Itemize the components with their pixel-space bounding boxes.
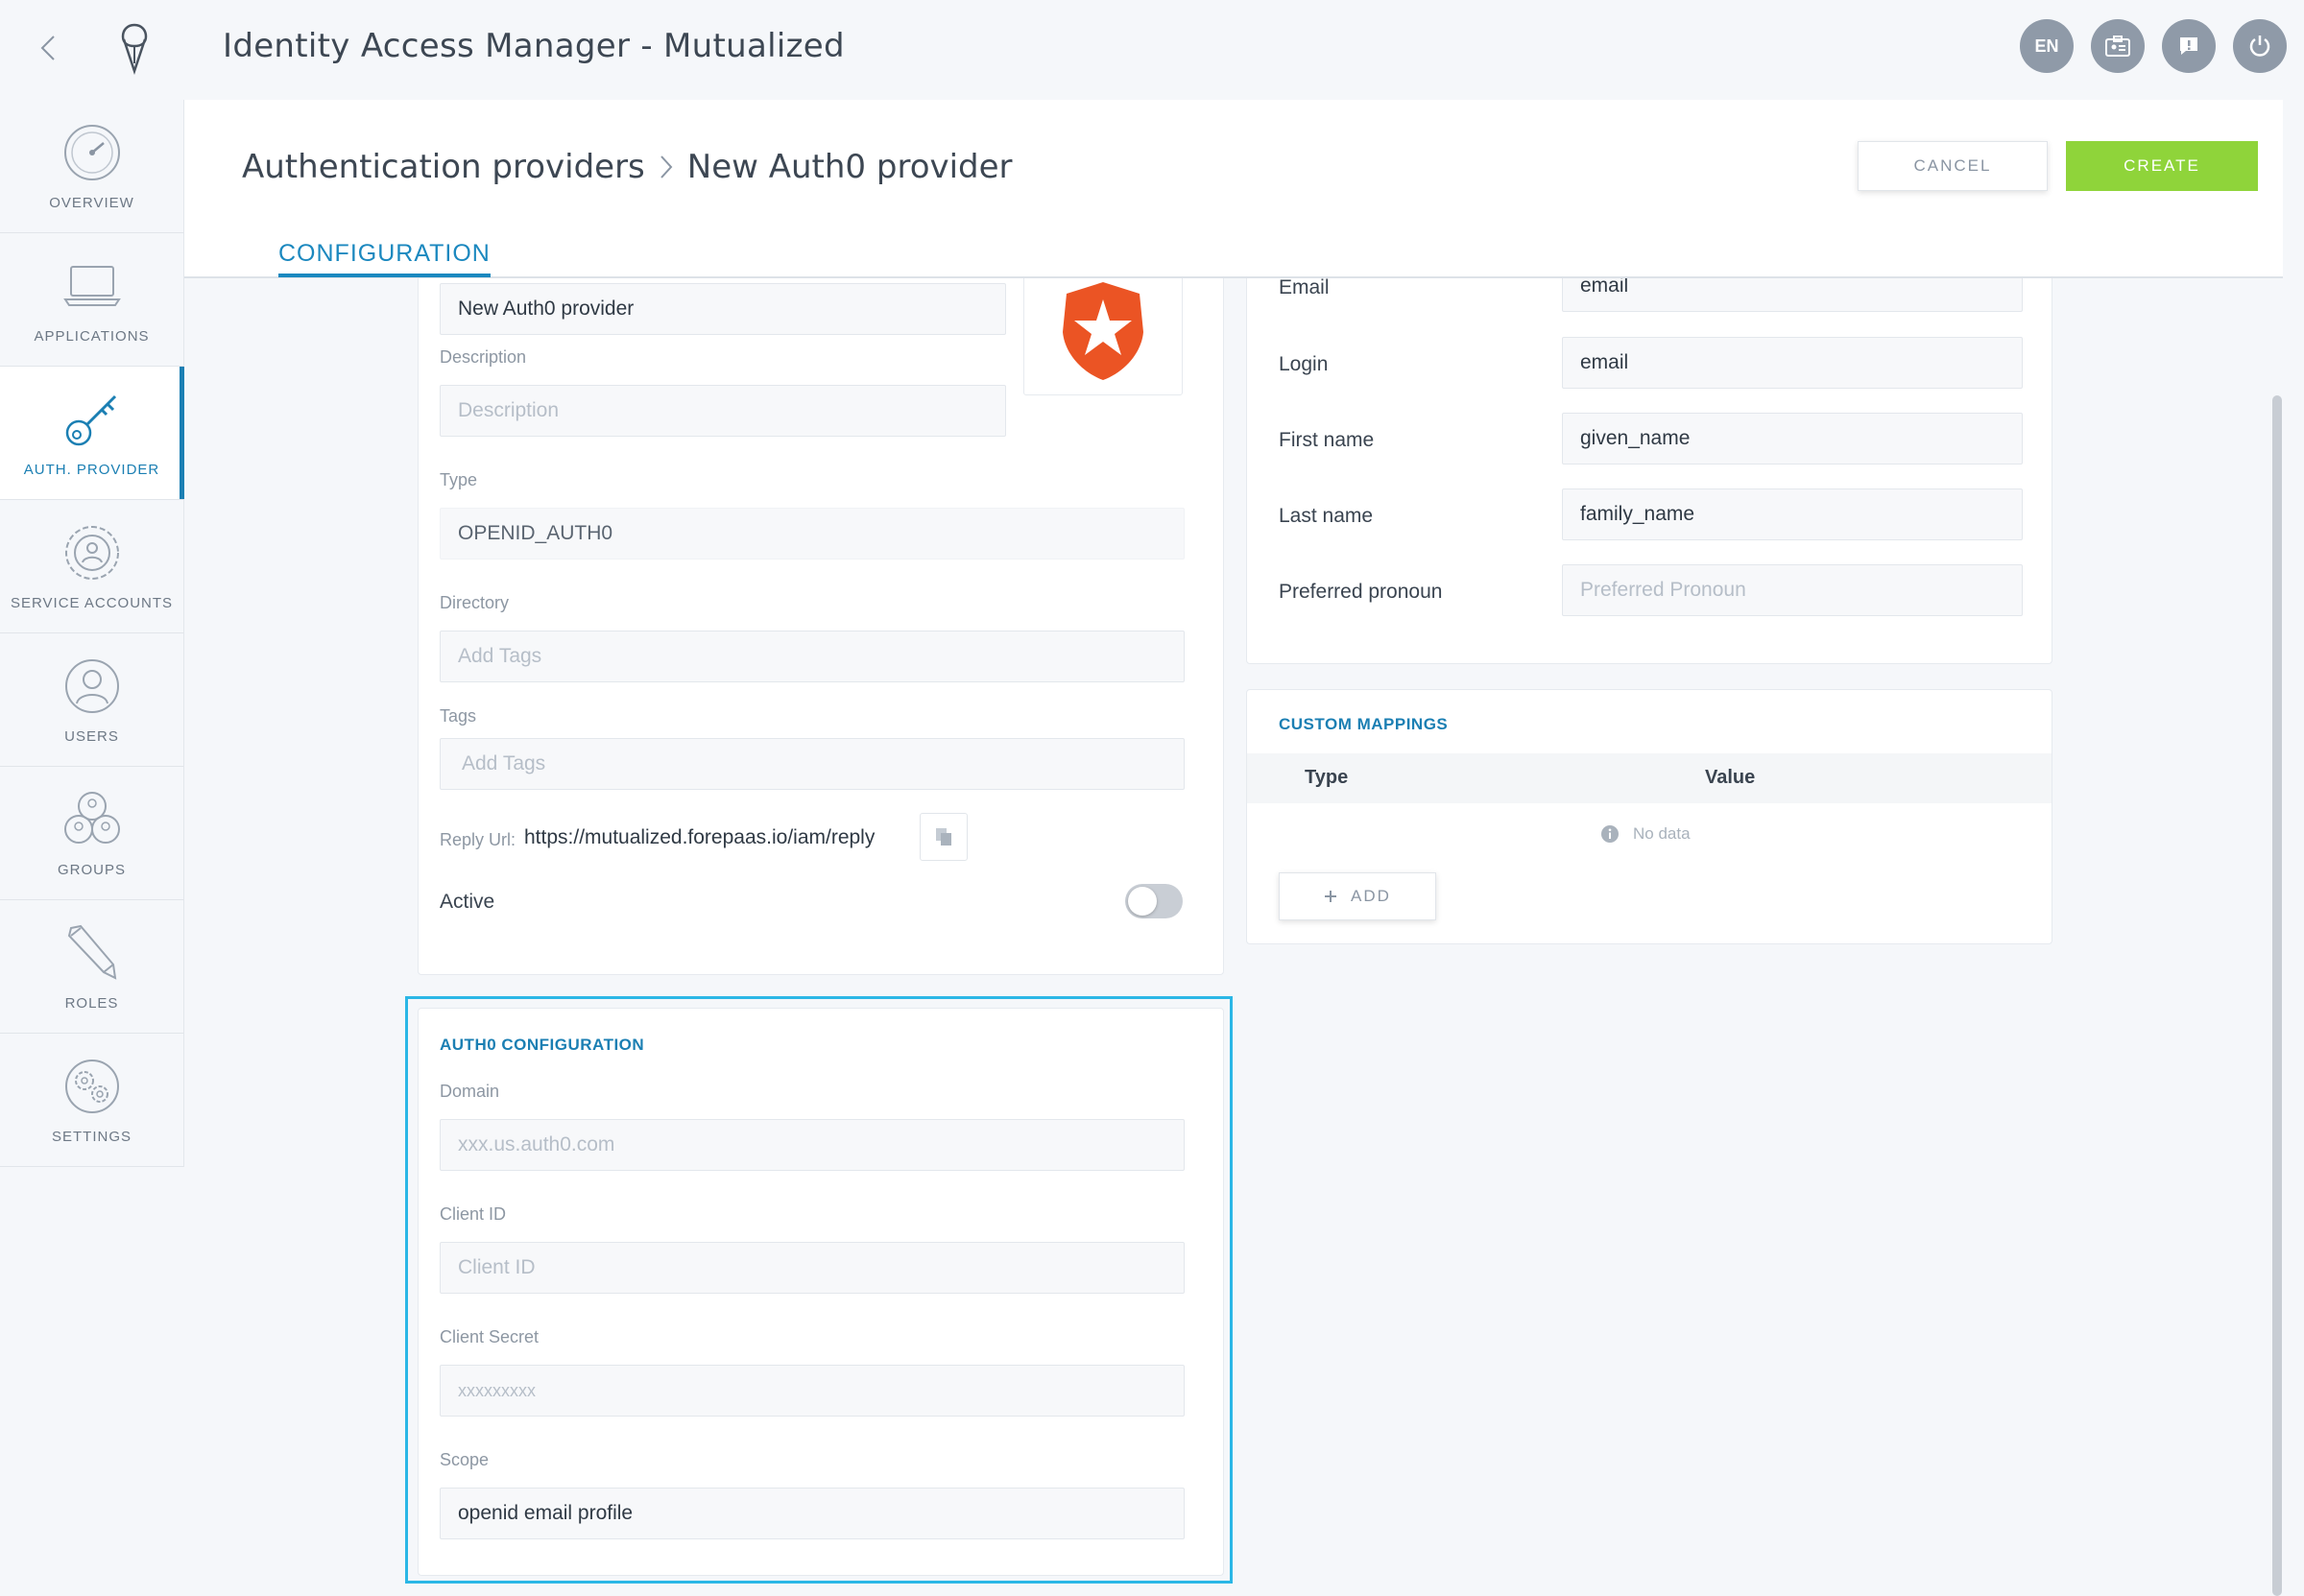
sidebar-item-label: ROLES — [64, 994, 119, 1012]
active-toggle[interactable] — [1125, 884, 1183, 918]
auth0-config-title: AUTH0 CONFIGURATION — [440, 1036, 645, 1054]
domain-input[interactable]: xxx.us.auth0.com — [440, 1119, 1185, 1171]
feedback-button[interactable] — [2162, 19, 2216, 73]
power-icon — [2249, 36, 2270, 57]
sidebar-item-label: APPLICATIONS — [34, 327, 150, 345]
client-id-input[interactable]: Client ID — [440, 1242, 1185, 1294]
sidebar-item-service-accounts[interactable]: SERVICE ACCOUNTS — [0, 500, 183, 633]
logout-button[interactable] — [2233, 19, 2287, 73]
type-value: OPENID_AUTH0 — [440, 508, 1185, 560]
create-button[interactable]: CREATE — [2066, 141, 2258, 191]
mapping-input-first-name[interactable]: given_name — [1562, 413, 2023, 465]
mapping-label-login: Login — [1279, 353, 1329, 375]
user-icon — [64, 658, 119, 713]
custom-mappings-title: CUSTOM MAPPINGS — [1279, 715, 1449, 733]
page-scrollbar[interactable] — [2272, 395, 2282, 1596]
breadcrumb-current: New Auth0 provider — [686, 148, 1013, 186]
auth0-config-card: AUTH0 CONFIGURATION Domain xxx.us.auth0.… — [418, 1008, 1224, 1576]
back-button[interactable] — [29, 29, 67, 67]
sidebar-item-applications[interactable]: APPLICATIONS — [0, 233, 183, 367]
sidebar-item-label: AUTH. PROVIDER — [23, 461, 160, 478]
laptop-icon — [62, 265, 121, 306]
mapping-input-preferred-pronoun[interactable]: Preferred Pronoun — [1562, 564, 2023, 616]
client-secret-input[interactable]: xxxxxxxxx — [440, 1365, 1185, 1417]
chevron-left-icon — [40, 36, 55, 60]
gears-icon — [64, 1059, 119, 1113]
sidebar: OVERVIEW APPLICATIONS AUTH. PROVIDER SER… — [0, 100, 184, 1167]
directory-tags-input[interactable]: Add Tags — [440, 631, 1185, 682]
copy-icon — [936, 828, 951, 846]
add-mapping-button[interactable]: ADD — [1279, 872, 1436, 920]
top-bar: Identity Access Manager - Mutualized EN — [0, 0, 2304, 100]
sidebar-item-label: GROUPS — [57, 861, 126, 878]
tags-label: Tags — [440, 706, 477, 726]
key-icon — [65, 394, 116, 445]
gauge-icon — [63, 124, 120, 180]
attribute-mapping-card: Email email Login email First name given… — [1246, 278, 2052, 664]
empty-state: No data — [1600, 824, 1691, 844]
sidebar-item-auth-provider[interactable]: AUTH. PROVIDER — [0, 367, 184, 500]
plus-icon — [1325, 891, 1337, 902]
empty-state-text: No data — [1633, 824, 1691, 843]
main-header: Authentication providers New Auth0 provi… — [184, 100, 2283, 278]
column-header-value: Value — [1705, 767, 1756, 788]
client-id-label: Client ID — [440, 1204, 507, 1224]
copy-url-button[interactable] — [920, 813, 968, 861]
sidebar-item-label: SERVICE ACCOUNTS — [10, 594, 174, 611]
id-card-icon — [2105, 36, 2130, 57]
mapping-input-login[interactable]: email — [1562, 337, 2023, 389]
language-button[interactable]: EN — [2020, 19, 2074, 73]
content-area: New Auth0 provider Description Descripti… — [184, 278, 2283, 1596]
breadcrumb-parent[interactable]: Authentication providers — [242, 148, 645, 186]
description-input[interactable]: Description — [440, 385, 1006, 437]
profile-card-button[interactable] — [2091, 19, 2145, 73]
column-header-type: Type — [1305, 767, 1349, 788]
active-toggle-knob — [1128, 887, 1157, 916]
sidebar-item-users[interactable]: USERS — [0, 633, 183, 767]
reply-url-label: Reply Url: — [440, 830, 516, 849]
tab-configuration[interactable]: CONFIGURATION — [278, 240, 491, 277]
sidebar-item-label: USERS — [64, 727, 119, 745]
app-logo-icon — [121, 23, 148, 75]
group-icon — [63, 791, 120, 844]
sidebar-item-label: SETTINGS — [51, 1128, 132, 1145]
mapping-label-email: Email — [1279, 278, 1330, 298]
type-label: Type — [440, 470, 478, 489]
info-icon — [1601, 825, 1619, 843]
custom-mappings-card: CUSTOM MAPPINGS Type Value No data ADD — [1246, 689, 2052, 944]
scope-input[interactable]: openid email profile — [440, 1488, 1185, 1539]
mapping-input-email[interactable]: email — [1562, 278, 2023, 312]
mapping-input-last-name[interactable]: family_name — [1562, 488, 2023, 540]
directory-label: Directory — [440, 593, 510, 612]
description-label: Description — [440, 347, 527, 367]
feedback-icon — [2180, 37, 2197, 55]
mapping-label-first-name: First name — [1279, 429, 1375, 451]
mapping-label-preferred-pronoun: Preferred pronoun — [1279, 581, 1443, 603]
general-card: New Auth0 provider Description Descripti… — [418, 278, 1224, 975]
reply-url-value: https://mutualized.forepaas.io/iam/reply — [524, 826, 876, 848]
name-input[interactable]: New Auth0 provider — [440, 283, 1006, 335]
auth0-logo-icon — [1063, 281, 1143, 380]
active-label: Active — [440, 891, 495, 913]
pencil-icon — [67, 924, 116, 980]
scope-label: Scope — [440, 1450, 490, 1469]
service-account-icon — [64, 525, 119, 580]
sidebar-item-groups[interactable]: GROUPS — [0, 767, 183, 900]
sidebar-item-overview[interactable]: OVERVIEW — [0, 100, 183, 233]
mapping-label-last-name: Last name — [1279, 505, 1374, 527]
tags-input[interactable]: Add Tags — [440, 738, 1185, 790]
domain-label: Domain — [440, 1082, 500, 1101]
app-title: Identity Access Manager - Mutualized — [223, 27, 845, 65]
client-secret-label: Client Secret — [440, 1327, 540, 1346]
top-actions: EN — [2020, 19, 2287, 73]
add-mapping-label: ADD — [1351, 887, 1391, 905]
custom-mappings-header-row: Type Value — [1247, 753, 2052, 803]
sidebar-item-settings[interactable]: SETTINGS — [0, 1034, 183, 1167]
sidebar-item-label: OVERVIEW — [49, 194, 134, 211]
sidebar-item-roles[interactable]: ROLES — [0, 900, 183, 1034]
breadcrumb: Authentication providers New Auth0 provi… — [242, 148, 1013, 186]
provider-logo — [1023, 278, 1183, 395]
chevron-right-icon — [660, 155, 673, 179]
cancel-button[interactable]: CANCEL — [1858, 141, 2048, 191]
